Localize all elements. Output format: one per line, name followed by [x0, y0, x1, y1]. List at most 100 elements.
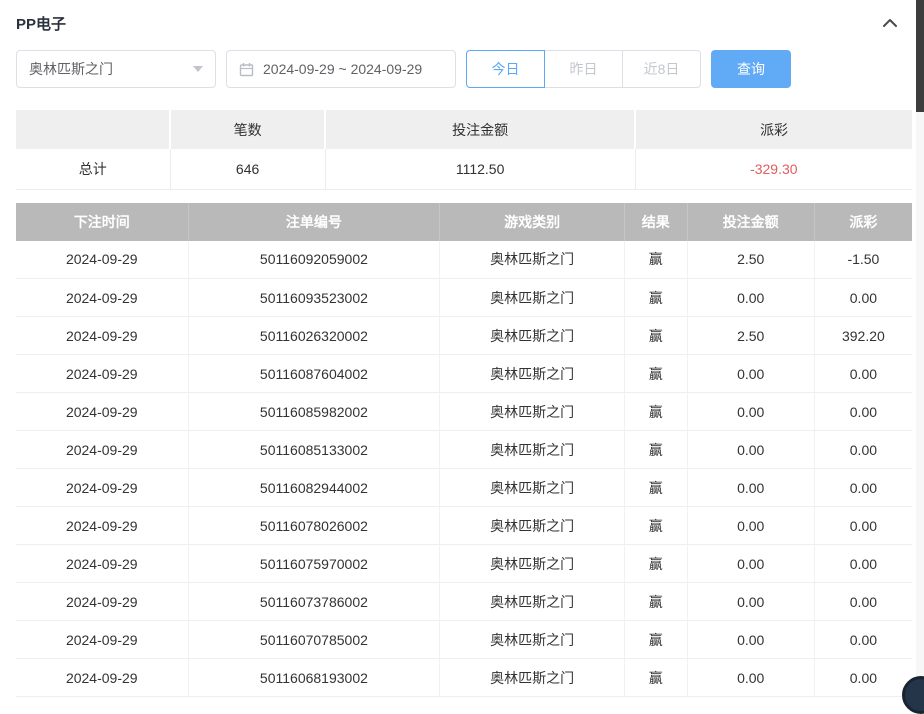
cell-bet-amount: 0.00	[687, 658, 815, 697]
page-title: PP电子	[16, 15, 67, 33]
bet-table-header-row: 下注时间 注单编号 游戏类别 结果 投注金额 派彩	[16, 202, 912, 241]
caret-down-icon	[193, 66, 203, 72]
cell-bet-time: 2024-09-29	[16, 544, 189, 583]
cell-result: 赢	[624, 354, 688, 393]
scrollbar[interactable]	[916, 0, 924, 698]
cell-bet-number: 50116026320002	[188, 316, 441, 355]
summary-header-payout: 派彩	[635, 110, 912, 149]
game-select-value: 奥林匹斯之门	[29, 61, 113, 77]
quick-range-group: 今日 昨日 近8日	[466, 50, 701, 88]
cell-bet-number: 50116078026002	[188, 506, 441, 545]
cell-payout: 0.00	[814, 468, 912, 507]
date-range-picker[interactable]: 2024-09-29 ~ 2024-09-29	[226, 50, 456, 88]
header-bet-amount: 投注金额	[687, 202, 815, 241]
cell-bet-number: 50116082944002	[188, 468, 441, 507]
summary-row-label: 总计	[16, 149, 171, 190]
cell-result: 赢	[624, 392, 688, 431]
cell-bet-number: 50116070785002	[188, 620, 441, 659]
quick-button-yesterday[interactable]: 昨日	[544, 50, 623, 88]
cell-game-category: 奥林匹斯之门	[439, 544, 625, 583]
table-row: 2024-09-29 50116070785002 奥林匹斯之门赢 0.00 0.00	[16, 620, 912, 659]
scrollbar-thumb[interactable]	[916, 0, 924, 112]
summary-header-bet-amount: 投注金额	[325, 110, 637, 149]
cell-payout: 0.00	[814, 582, 912, 621]
table-row: 2024-09-29 50116087604002 奥林匹斯之门赢 0.00 0.00	[16, 354, 912, 393]
cell-bet-amount: 0.00	[687, 430, 815, 469]
cell-bet-time: 2024-09-29	[16, 430, 189, 469]
cell-bet-number: 50116087604002	[188, 354, 441, 393]
table-row: 2024-09-29 50116092059002 奥林匹斯之门赢 2.50 -1.50	[16, 240, 912, 279]
cell-bet-time: 2024-09-29	[16, 392, 189, 431]
search-button[interactable]: 查询	[711, 50, 791, 88]
date-range-value: 2024-09-29 ~ 2024-09-29	[263, 61, 423, 77]
header-result: 结果	[624, 202, 688, 241]
cell-bet-time: 2024-09-29	[16, 620, 189, 659]
cell-payout: 0.00	[814, 278, 912, 317]
cell-bet-number: 50116085133002	[188, 430, 441, 469]
table-row: 2024-09-29 50116085982002 奥林匹斯之门赢 0.00 0.00	[16, 392, 912, 431]
table-row: 2024-09-29 50116078026002 奥林匹斯之门赢 0.00 0.00	[16, 506, 912, 545]
table-row: 2024-09-29 50116093523002 奥林匹斯之门赢 0.00 0.00	[16, 278, 912, 317]
cell-bet-amount: 0.00	[687, 278, 815, 317]
cell-bet-amount: 0.00	[687, 354, 815, 393]
game-select[interactable]: 奥林匹斯之门	[16, 50, 216, 88]
cell-result: 赢	[624, 278, 688, 317]
header-bet-time: 下注时间	[16, 202, 189, 241]
cell-game-category: 奥林匹斯之门	[439, 468, 625, 507]
cell-bet-amount: 0.00	[687, 468, 815, 507]
cell-result: 赢	[624, 506, 688, 545]
cell-game-category: 奥林匹斯之门	[439, 658, 625, 697]
cell-game-category: 奥林匹斯之门	[439, 582, 625, 621]
cell-bet-amount: 0.00	[687, 506, 815, 545]
quick-button-today[interactable]: 今日	[466, 50, 545, 88]
cell-bet-number: 50116092059002	[188, 240, 441, 279]
header-payout: 派彩	[814, 202, 912, 241]
panel-header: PP电子	[0, 0, 924, 34]
cell-bet-time: 2024-09-29	[16, 316, 189, 355]
cell-payout: 392.20	[814, 316, 912, 355]
cell-bet-amount: 0.00	[687, 392, 815, 431]
summary-total-row: 总计 646 1112.50 -329.30	[16, 149, 912, 190]
bet-table-body: 2024-09-29 50116092059002 奥林匹斯之门赢 2.50 -1.50…	[16, 240, 912, 697]
cell-result: 赢	[624, 582, 688, 621]
cell-bet-number: 50116068193002	[188, 658, 441, 697]
bet-detail-table: 下注时间 注单编号 游戏类别 结果 投注金额 派彩 2024-09-29 5011…	[16, 202, 912, 697]
cell-bet-number: 50116075970002	[188, 544, 441, 583]
table-row: 2024-09-29 50116085133002 奥林匹斯之门赢 0.00 0.00	[16, 430, 912, 469]
cell-result: 赢	[624, 468, 688, 507]
cell-game-category: 奥林匹斯之门	[439, 316, 625, 355]
collapse-chevron-up-icon[interactable]	[882, 18, 898, 28]
cell-payout: -1.50	[814, 240, 912, 279]
cell-bet-amount: 0.00	[687, 620, 815, 659]
table-row: 2024-09-29 50116026320002 奥林匹斯之门赢 2.50 392.2…	[16, 316, 912, 355]
cell-bet-time: 2024-09-29	[16, 354, 189, 393]
cell-result: 赢	[624, 430, 688, 469]
header-game-category: 游戏类别	[439, 202, 625, 241]
cell-bet-time: 2024-09-29	[16, 240, 189, 279]
quick-button-last8days[interactable]: 近8日	[622, 50, 701, 88]
cell-result: 赢	[624, 544, 688, 583]
cell-game-category: 奥林匹斯之门	[439, 354, 625, 393]
cell-game-category: 奥林匹斯之门	[439, 620, 625, 659]
cell-payout: 0.00	[814, 544, 912, 583]
summary-payout-value: -329.30	[635, 149, 912, 190]
cell-bet-time: 2024-09-29	[16, 506, 189, 545]
cell-payout: 0.00	[814, 658, 912, 697]
cell-game-category: 奥林匹斯之门	[439, 392, 625, 431]
cell-payout: 0.00	[814, 620, 912, 659]
table-row: 2024-09-29 50116068193002 奥林匹斯之门赢 0.00 0.00	[16, 658, 912, 697]
cell-bet-time: 2024-09-29	[16, 658, 189, 697]
summary-table: 笔数 投注金额 派彩 总计 646 1112.50 -329.30	[16, 110, 912, 190]
pp-electronic-panel: PP电子 奥林匹斯之门 2024-09-29 ~ 2024-09-29 今日 昨…	[0, 0, 924, 697]
cell-payout: 0.00	[814, 392, 912, 431]
cell-game-category: 奥林匹斯之门	[439, 278, 625, 317]
summary-count-value: 646	[170, 149, 326, 190]
cell-payout: 0.00	[814, 506, 912, 545]
cell-payout: 0.00	[814, 430, 912, 469]
table-row: 2024-09-29 50116082944002 奥林匹斯之门赢 0.00 0.00	[16, 468, 912, 507]
cell-bet-time: 2024-09-29	[16, 278, 189, 317]
summary-header-empty	[16, 110, 172, 149]
cell-bet-amount: 2.50	[687, 240, 815, 279]
cell-bet-amount: 0.00	[687, 582, 815, 621]
cell-game-category: 奥林匹斯之门	[439, 430, 625, 469]
